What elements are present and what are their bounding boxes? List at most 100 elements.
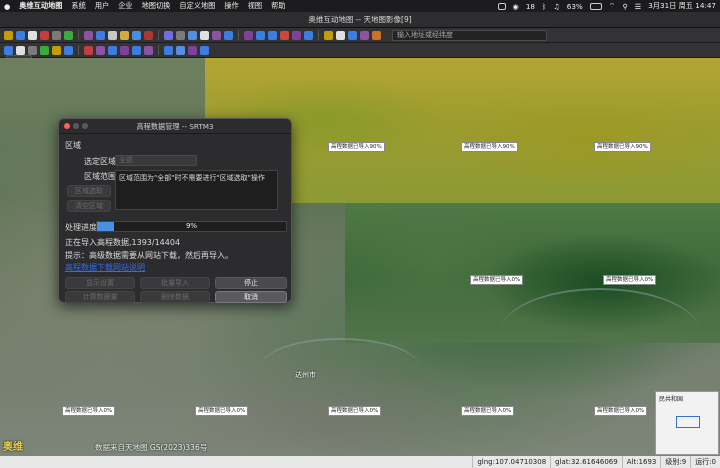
- menu-map-switch[interactable]: 地图切换: [142, 1, 171, 11]
- toolbar-tool-icon[interactable]: [304, 30, 313, 40]
- toolbar-tool-icon[interactable]: [244, 30, 253, 40]
- menu-user[interactable]: 用户: [95, 1, 109, 11]
- menubar-status-area: ◉ 18 ᛒ ♫ 63% ⌔ ⚲ ☰ 3月31日 周五 14:47: [497, 1, 716, 11]
- main-toolbar: 输入地址或经纬度: [0, 28, 720, 43]
- toolbar-tool-icon[interactable]: [280, 30, 289, 40]
- section-label: 区域: [65, 141, 81, 150]
- toolbar-tool-icon[interactable]: [292, 30, 301, 40]
- toolbar-tool-icon[interactable]: [4, 30, 13, 40]
- toolbar-tool-icon[interactable]: [28, 45, 37, 55]
- minimap-viewport[interactable]: [676, 416, 700, 428]
- app-logo: 奥维: [3, 442, 23, 453]
- toolbar-tool-icon[interactable]: [96, 30, 105, 40]
- toolbar-tool-icon[interactable]: [224, 30, 233, 40]
- toolbar-tool-icon[interactable]: [268, 30, 277, 40]
- elevation-label: 高程数据已导入0%: [195, 406, 249, 416]
- menu-view[interactable]: 视图: [248, 1, 262, 11]
- toolbar-tool-icon[interactable]: [132, 30, 141, 40]
- progress-label: 处理进度: [65, 223, 97, 232]
- toolbar-tool-icon[interactable]: [64, 45, 73, 55]
- toolbar-tool-icon[interactable]: [164, 30, 173, 40]
- toolbar-tool-icon[interactable]: [164, 45, 173, 55]
- toolbar-tool-icon[interactable]: [120, 30, 129, 40]
- river: [260, 338, 420, 398]
- toolbar-tool-icon[interactable]: [96, 45, 105, 55]
- toolbar-tool-icon[interactable]: [188, 30, 197, 40]
- progress-bar: 9%: [96, 221, 287, 232]
- toolbar-tool-icon[interactable]: [84, 45, 93, 55]
- toolbar-tool-icon[interactable]: [188, 45, 197, 55]
- menu-app-name[interactable]: 奥维互动地图: [19, 1, 62, 11]
- delete-data-button[interactable]: 删除数据: [140, 291, 210, 303]
- toolbar-tool-icon[interactable]: [64, 30, 73, 40]
- clock[interactable]: 3月31日 周五 14:47: [648, 1, 716, 11]
- menu-operate[interactable]: 操作: [224, 1, 238, 11]
- toolbar-tool-icon[interactable]: [120, 45, 129, 55]
- calc-data-button[interactable]: 计算数据量: [65, 291, 135, 303]
- menu-enterprise[interactable]: 企业: [118, 1, 132, 11]
- wifi-icon[interactable]: ⌔: [609, 1, 616, 11]
- close-icon[interactable]: [64, 123, 70, 129]
- toolbar-tool-icon[interactable]: [336, 30, 345, 40]
- minimize-icon[interactable]: [73, 123, 79, 129]
- menu-help[interactable]: 帮助: [271, 1, 285, 11]
- toolbar-tool-icon[interactable]: [372, 30, 381, 40]
- toolbar-tool-icon[interactable]: [200, 30, 209, 40]
- clear-region-button[interactable]: 清空区域: [67, 200, 111, 212]
- screen-icon[interactable]: [497, 2, 506, 10]
- wechat-icon[interactable]: ◉: [513, 2, 519, 11]
- toolbar-tool-icon[interactable]: [256, 30, 265, 40]
- toolbar-tool-icon[interactable]: [40, 45, 49, 55]
- search-icon[interactable]: ⚲: [623, 2, 628, 11]
- toolbar-tool-icon[interactable]: [144, 45, 153, 55]
- toolbar-tool-icon[interactable]: [132, 45, 141, 55]
- toolbar-tool-icon[interactable]: [200, 45, 209, 55]
- toolbar-tool-icon[interactable]: [176, 45, 185, 55]
- minimap-label: 民共和国: [659, 396, 684, 403]
- region-select[interactable]: 全部: [115, 155, 197, 166]
- menu-custom-map[interactable]: 自定义地图: [179, 1, 215, 11]
- headphones-icon[interactable]: ♫: [553, 2, 559, 11]
- toolbar-tool-icon[interactable]: [28, 30, 37, 40]
- dialog-title: 高程数据管理 -- SRTM3: [136, 122, 214, 131]
- toolbar-tool-icon[interactable]: [52, 30, 61, 40]
- toolbar-tool-icon[interactable]: [84, 30, 93, 40]
- toolbar-separator: [158, 30, 159, 40]
- toolbar-tool-icon[interactable]: [176, 30, 185, 40]
- battery-icon[interactable]: [589, 2, 602, 10]
- toolbar-tool-icon[interactable]: [4, 45, 13, 55]
- control-center-icon[interactable]: ☰: [635, 2, 641, 11]
- toolbar-tool-icon[interactable]: [108, 45, 117, 55]
- bluetooth-icon[interactable]: ᛒ: [542, 2, 546, 11]
- menu-system[interactable]: 系统: [71, 1, 85, 11]
- toolbar-tool-icon[interactable]: [324, 30, 333, 40]
- import-status: 正在导入高程数据,1393/14404: [65, 238, 181, 247]
- status-altitude: Alt:1693: [621, 456, 661, 468]
- select-region-label: 选定区域: [84, 157, 116, 166]
- dialog-title-bar[interactable]: 高程数据管理 -- SRTM3: [59, 119, 291, 134]
- toolbar-separator: [158, 45, 159, 55]
- elevation-label: 高程数据已导入0%: [603, 275, 657, 285]
- download-help-link[interactable]: 高程数据下载网站说明: [65, 262, 145, 273]
- toolbar-tool-icon[interactable]: [348, 30, 357, 40]
- toolbar-tool-icon[interactable]: [16, 30, 25, 40]
- map-copyright: 数据来自天地图 GS(2023)336号: [95, 443, 208, 452]
- maximize-icon[interactable]: [82, 123, 88, 129]
- toolbar-tool-icon[interactable]: [144, 30, 153, 40]
- display-settings-button[interactable]: 显示设置: [65, 277, 135, 289]
- toolbar-tool-icon[interactable]: [360, 30, 369, 40]
- apple-icon[interactable]: ●: [4, 2, 10, 11]
- region-range-text[interactable]: 区域范围为"全部"时不需要进行"区域选取"操作: [115, 170, 278, 210]
- elevation-data-dialog: 高程数据管理 -- SRTM3 区域 选定区域 全部 区域范围 区域范围为"全部…: [58, 118, 292, 303]
- toolbar-tool-icon[interactable]: [52, 45, 61, 55]
- stop-button[interactable]: 停止: [215, 277, 287, 289]
- overview-minimap[interactable]: 民共和国: [655, 391, 719, 455]
- toolbar-tool-icon[interactable]: [16, 45, 25, 55]
- address-input[interactable]: 输入地址或经纬度: [392, 29, 547, 41]
- toolbar-tool-icon[interactable]: [212, 30, 221, 40]
- select-region-button[interactable]: 区域选取: [67, 185, 111, 197]
- batch-import-button[interactable]: 批量导入: [140, 277, 210, 289]
- toolbar-tool-icon[interactable]: [108, 30, 117, 40]
- toolbar-tool-icon[interactable]: [40, 30, 49, 40]
- cancel-button[interactable]: 取消: [215, 291, 287, 303]
